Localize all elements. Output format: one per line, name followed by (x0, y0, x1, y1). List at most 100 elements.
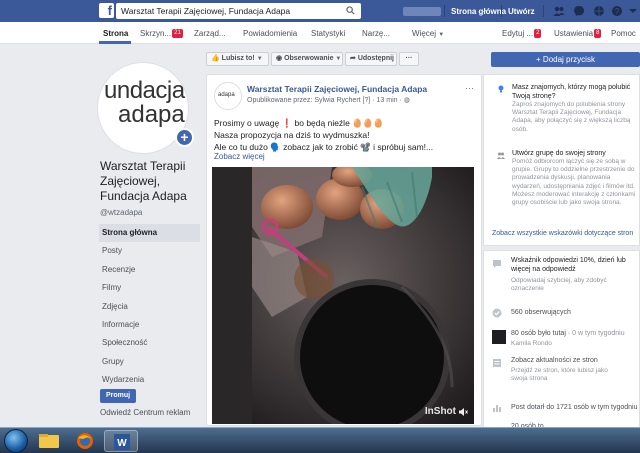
tab-edit-page-info[interactable]: Edytuj ... 2 (502, 29, 542, 38)
firefox-taskbar-button[interactable] (68, 430, 102, 452)
tab-notifications[interactable]: Powiadomienia (243, 29, 297, 38)
video-watermark: InShot (424, 406, 456, 417)
sidebar-item-home[interactable]: Strona główna (99, 224, 200, 243)
account-menu-chevron-down-icon[interactable] (627, 5, 639, 17)
weekly-reach[interactable]: Post dotarł do 1721 osób w tym tygodniu (511, 404, 637, 412)
tab-tools[interactable]: Narzę... (362, 29, 390, 38)
search-input[interactable]: Warsztat Terapii Zajęciowej, Fundacja Ad… (116, 3, 361, 19)
notifications-globe-icon[interactable] (593, 5, 605, 17)
tab-manage[interactable]: Zarząd... (194, 29, 226, 38)
sidebar-item-posts[interactable]: Posty (99, 242, 200, 260)
button-label: Udostępnij (357, 55, 394, 62)
pages-feed-description: Przejdź ze stron, które lubisz jako swoj… (511, 367, 608, 382)
share-page-button[interactable]: ➦ Udostępnij (345, 52, 397, 66)
tab-label: Skrzyn... (140, 29, 172, 38)
messenger-icon[interactable] (573, 5, 585, 17)
search-icon[interactable] (346, 6, 355, 15)
see-more-link[interactable]: Zobacz więcej (214, 152, 265, 161)
chat-bubble-icon (493, 260, 501, 268)
tab-insights[interactable]: Statystyki (311, 29, 345, 38)
tab-label: Pomoc (611, 29, 636, 38)
sidebar-item-about[interactable]: Informacje (99, 316, 200, 334)
sidebar-item-videos[interactable]: Filmy (99, 279, 200, 297)
thumbs-up-icon: 👍 (211, 55, 220, 62)
tab-settings[interactable]: Ustawienia 8 (554, 29, 602, 38)
sidebar-item-community[interactable]: Społeczność (99, 334, 200, 352)
word-icon: W (114, 434, 130, 450)
add-photo-plus-icon[interactable]: + (175, 128, 194, 147)
tip-description: Zaproś znajomych do polubienia strony Wa… (512, 101, 631, 133)
sidebar-item-reviews[interactable]: Recenzje (99, 261, 200, 279)
check-badge-icon (492, 308, 502, 318)
video-frame (212, 167, 474, 424)
tip-description: Pomóż odbiorcom łączyć się ze sobą w gru… (512, 158, 636, 207)
lightbulb-icon (498, 85, 504, 93)
sidebar-item-groups[interactable]: Grupy (99, 353, 200, 371)
folder-icon (39, 434, 59, 448)
profile-name-blurred[interactable] (403, 7, 441, 16)
divider (543, 5, 544, 17)
settings-count-badge: 8 (594, 29, 602, 38)
sidebar-item-photos[interactable]: Zdjęcia (99, 298, 200, 316)
tab-inbox[interactable]: Skrzyn... 21 (140, 29, 183, 38)
tab-label: Edytuj ... (502, 29, 534, 38)
svg-text:?: ? (615, 7, 620, 16)
tip-title[interactable]: Utwórz grupę do swojej strony (512, 149, 636, 158)
tab-help[interactable]: Pomoc (611, 29, 636, 38)
facebook-logo-icon[interactable]: f (99, 3, 114, 18)
post-meta-text: Opublikowane przez: Sylwia Rychert [?] ·… (247, 97, 404, 104)
file-explorer-taskbar-button[interactable] (32, 430, 66, 452)
post-author-link[interactable]: Warsztat Terapii Zajęciowej, Fundacja Ad… (247, 84, 427, 94)
visitor-avatar[interactable] (492, 330, 506, 344)
post-text-line: Prosimy o uwagę ❗ bo będą nieźle 🥚🥚🥚 (214, 118, 384, 128)
post-video[interactable]: InShot (212, 167, 474, 424)
group-icon (497, 152, 505, 159)
button-label: Lubisz to! (221, 55, 255, 62)
tab-label: Statystyki (311, 29, 346, 38)
windows-taskbar: W (0, 427, 640, 453)
page-title: Warsztat Terapii Zajęciowej, Fundacja Ad… (100, 159, 187, 203)
tip-title[interactable]: Masz znajomych, którzy mogą polubić Twoj… (512, 83, 636, 101)
pages-feed-title[interactable]: Zobacz aktualności ze stron (511, 357, 598, 365)
edit-count-badge: 2 (534, 29, 542, 38)
like-page-button[interactable]: 👍 Lubisz to! ▼ (206, 52, 269, 66)
all-page-tips-link[interactable]: Zobacz wszystkie wskazówki dotyczące str… (492, 230, 633, 237)
word-taskbar-button[interactable]: W (104, 430, 138, 452)
create-link[interactable]: Utwórz (508, 7, 535, 16)
page-tabs-bar: Strona Skrzyn... 21 Zarząd... Powiadomien… (0, 22, 640, 44)
ads-center-link[interactable]: Odwiedź Centrum reklam (100, 408, 190, 417)
follow-page-button[interactable]: ◉ Obserwowanie ▼ (271, 52, 343, 66)
news-feed-icon (493, 359, 501, 367)
tab-page[interactable]: Strona (103, 29, 128, 38)
add-button-cta[interactable]: + Dodaj przycisk (491, 52, 640, 67)
chevron-down-icon: ▼ (335, 56, 342, 62)
tab-more[interactable]: Więcej ▼ (412, 29, 444, 38)
firefox-icon (77, 433, 93, 449)
post-author-avatar[interactable]: adapa (214, 82, 242, 110)
rss-icon: ◉ (276, 55, 283, 62)
response-rate-hint: Odpowiadaj szybciej, aby zdobyć oznaczen… (511, 277, 607, 292)
svg-text:W: W (117, 438, 127, 449)
followers-count[interactable]: 560 obserwujących (511, 309, 571, 317)
help-icon[interactable]: ? (611, 5, 623, 17)
more-options-button[interactable]: ··· (399, 52, 419, 66)
checkins-total: 80 osób było tutaj (511, 330, 566, 337)
tab-label: Strona (103, 29, 129, 38)
sidebar-item-events[interactable]: Wydarzenia (99, 371, 200, 389)
windows-start-button[interactable] (4, 429, 28, 453)
page-sidebar-nav: Strona główna Posty Recenzje Filmy Zdjęc… (99, 224, 200, 390)
page-username[interactable]: @wtzadapa (100, 208, 142, 217)
logo-text: adapa (118, 101, 185, 128)
promote-button[interactable]: Promuj (100, 389, 136, 403)
share-arrow-icon: ➦ (350, 55, 356, 62)
post-more-options-icon[interactable]: ··· (465, 83, 474, 93)
checkins-count[interactable]: 80 osób było tutaj · 0 w tym tygodniu (511, 330, 625, 338)
friend-requests-icon[interactable] (553, 5, 565, 17)
checkins-this-week: 0 w tym tygodniu (572, 330, 625, 337)
tab-label: Ustawienia (554, 29, 594, 38)
post-text-line: Nasza propozycja na dziś to wydmuszka! (214, 130, 370, 140)
volume-muted-icon[interactable] (458, 407, 468, 417)
divider (501, 5, 502, 17)
search-input-value: Warsztat Terapii Zajęciowej, Fundacja Ad… (121, 6, 291, 16)
home-link[interactable]: Strona główna (451, 7, 506, 16)
